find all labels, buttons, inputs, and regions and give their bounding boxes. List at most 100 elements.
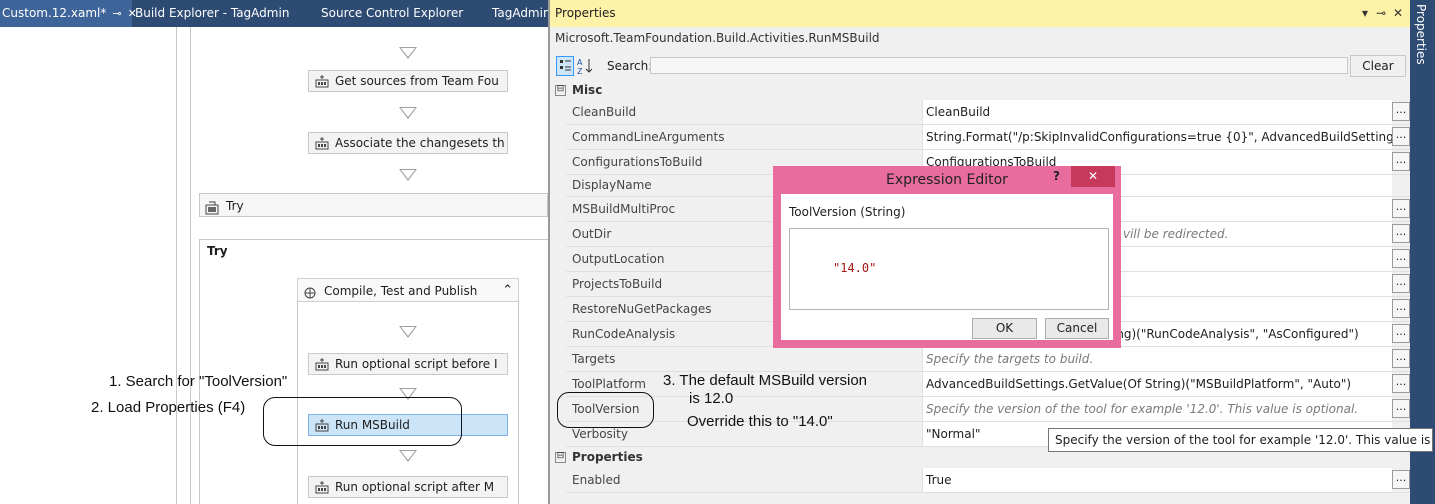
sequence-border: [518, 302, 519, 504]
ellipsis-button[interactable]: ...: [1392, 224, 1410, 243]
pin-icon[interactable]: ⊸: [112, 0, 121, 27]
category-label: Misc: [572, 83, 603, 97]
sequence-border: [190, 27, 191, 504]
tab-source-control-explorer[interactable]: Source Control Explorer: [321, 0, 463, 27]
drop-arrow-icon: [399, 169, 417, 181]
search-label: Search:: [607, 59, 653, 73]
expression-editor-dialog: Expression Editor ? ✕ ToolVersion (Strin…: [773, 166, 1121, 348]
ellipsis-button[interactable]: ...: [1392, 249, 1410, 268]
tab-custom-xaml[interactable]: Custom.12.xaml* ⊸ ✕: [0, 0, 137, 27]
dialog-title: Expression Editor: [886, 172, 1008, 188]
sequence-label: Compile, Test and Publish: [324, 284, 478, 298]
ellipsis-button[interactable]: ...: [1392, 299, 1410, 318]
tab-build-explorer[interactable]: Build Explorer - TagAdmin: [135, 0, 289, 27]
activity-icon: [315, 74, 329, 88]
ellipsis-button[interactable]: ...: [1392, 127, 1410, 146]
sequence-icon: [303, 284, 317, 308]
search-input[interactable]: [650, 57, 1348, 74]
dropdown-icon[interactable]: ▾: [1362, 0, 1368, 27]
document-tab-bar: Custom.12.xaml* ⊸ ✕ Build Explorer - TagAd…: [0, 0, 551, 27]
property-name: Targets: [572, 352, 616, 366]
dialog-close-button[interactable]: ✕: [1071, 166, 1115, 187]
pin-icon[interactable]: ⊸: [1376, 0, 1386, 27]
sequence-compile-test-publish[interactable]: Compile, Test and Publish ⌃: [297, 278, 519, 302]
collapse-icon[interactable]: ⌃: [502, 279, 513, 303]
ok-button[interactable]: OK: [972, 318, 1037, 339]
tab-label: Custom.12.xaml*: [2, 6, 107, 20]
tab-label: Build Explorer - TagAdmin: [135, 6, 290, 20]
ellipsis-button[interactable]: ...: [1392, 199, 1410, 218]
expression-field-label: ToolVersion (String): [789, 205, 906, 219]
activity-label: Run optional script before I: [335, 357, 498, 371]
ellipsis-button[interactable]: ...: [1392, 374, 1410, 393]
ellipsis-button[interactable]: ...: [1392, 349, 1410, 368]
try-icon: [205, 199, 219, 223]
alphabetical-sort-icon[interactable]: AZ: [576, 56, 594, 76]
property-value[interactable]: CleanBuild: [922, 100, 1392, 124]
categorized-icon[interactable]: [556, 56, 574, 76]
property-value[interactable]: True: [922, 468, 1392, 492]
ellipsis-button[interactable]: ...: [1392, 399, 1410, 418]
activity-run-script-before[interactable]: Run optional script before I: [308, 353, 508, 375]
svg-text:A: A: [577, 58, 583, 67]
selected-object-type: Microsoft.TeamFoundation.Build.Activitie…: [555, 31, 880, 45]
drop-arrow-icon: [399, 107, 417, 119]
cancel-button[interactable]: Cancel: [1045, 318, 1109, 339]
annotation-step3-line2: is 12.0: [689, 390, 734, 407]
property-name: RunCodeAnalysis: [572, 327, 676, 341]
activity-label: Get sources from Team Fou: [335, 74, 499, 88]
annotation-step2: 2. Load Properties (F4): [91, 399, 246, 416]
tab-tagadmin[interactable]: TagAdmin: [492, 0, 551, 27]
properties-toolbar: AZ Search: Clear: [550, 54, 1410, 80]
category-label: Properties: [572, 450, 643, 464]
property-name: DisplayName: [572, 178, 652, 192]
property-value[interactable]: AdvancedBuildSettings.GetValue(Of String…: [922, 372, 1392, 396]
collapse-icon[interactable]: ⊟: [555, 452, 566, 463]
ellipsis-button[interactable]: ...: [1392, 102, 1410, 121]
property-name: OutDir: [572, 227, 612, 241]
collapse-icon[interactable]: ⊟: [555, 85, 566, 96]
activity-run-script-after[interactable]: Run optional script after M: [308, 476, 508, 498]
ellipsis-button[interactable]: ...: [1392, 274, 1410, 293]
try-border: [199, 239, 200, 504]
property-value[interactable]: Specify the targets to build.: [922, 347, 1392, 371]
property-row-targets[interactable]: Targets Specify the targets to build....: [566, 347, 1410, 372]
property-row-cleanbuild[interactable]: CleanBuild CleanBuild...: [566, 100, 1410, 125]
ellipsis-button[interactable]: ...: [1392, 152, 1410, 171]
properties-title: Properties: [555, 6, 616, 20]
activity-icon: [315, 357, 329, 371]
activity-icon: [315, 136, 329, 150]
ellipsis-button[interactable]: ...: [1392, 470, 1410, 489]
clear-search-button[interactable]: Clear: [1350, 55, 1406, 77]
property-row-enabled[interactable]: Enabled True...: [566, 468, 1410, 493]
annotation-step3-line1: 3. The default MSBuild version: [663, 372, 868, 389]
activity-get-sources[interactable]: Get sources from Team Fou: [308, 70, 508, 92]
drop-arrow-icon: [399, 47, 417, 59]
property-value[interactable]: String.Format("/p:SkipInvalidConfigurati…: [922, 125, 1392, 149]
activity-associate-changesets[interactable]: Associate the changesets th: [308, 132, 508, 154]
properties-side-tab[interactable]: Properties: [1414, 4, 1428, 65]
category-misc[interactable]: ⊟ Misc: [550, 79, 1410, 101]
activity-icon: [315, 480, 329, 494]
property-name: Enabled: [572, 473, 621, 487]
svg-text:Z: Z: [577, 67, 583, 76]
ellipsis-button[interactable]: ...: [1392, 324, 1410, 343]
callout-run-msbuild: [263, 397, 462, 446]
property-name: MSBuildMultiProc: [572, 202, 676, 216]
property-name: OutputLocation: [572, 252, 665, 266]
tooltip: Specify the version of the tool for exam…: [1048, 428, 1435, 452]
property-row-commandlinearguments[interactable]: CommandLineArguments String.Format("/p:Sk…: [566, 125, 1410, 150]
property-name: RestoreNuGetPackages: [572, 302, 712, 316]
expression-input[interactable]: "14.0": [789, 228, 1109, 310]
close-icon[interactable]: ✕: [1393, 0, 1403, 27]
callout-toolversion: [557, 392, 654, 428]
property-value[interactable]: Specify the version of the tool for exam…: [922, 397, 1392, 421]
dialog-body: ToolVersion (String) "14.0" OK Cancel: [781, 194, 1113, 340]
drop-arrow-icon: [399, 326, 417, 338]
activity-label: Run optional script after M: [335, 480, 495, 494]
help-icon[interactable]: ?: [1053, 169, 1060, 183]
try-activity-header[interactable]: Try: [199, 193, 548, 217]
expression-text: "14.0": [833, 261, 877, 275]
property-name: ProjectsToBuild: [572, 277, 663, 291]
annotation-step3-line3: Override this to "14.0": [687, 413, 833, 430]
